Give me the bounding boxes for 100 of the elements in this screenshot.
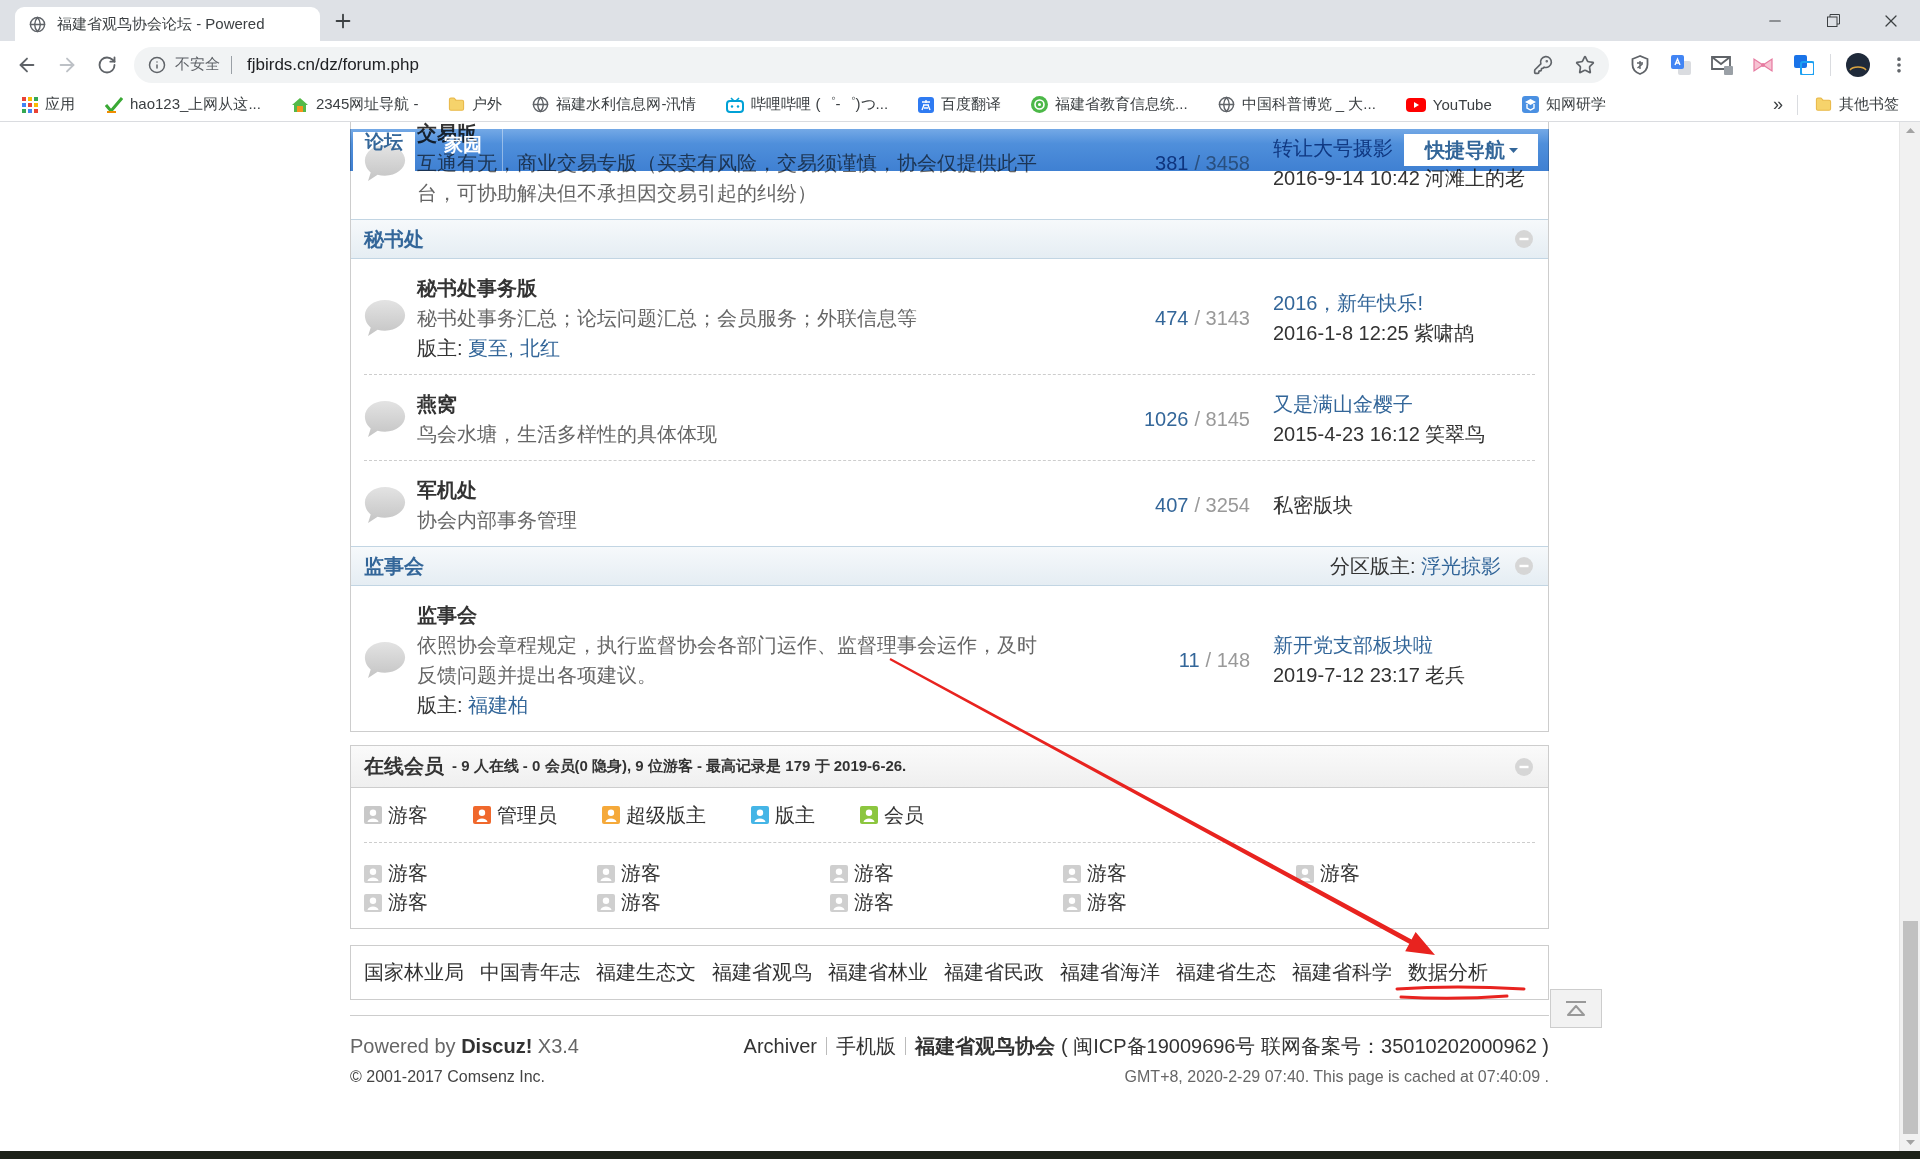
apps-icon (22, 96, 38, 113)
member-name[interactable]: 游客 (854, 888, 894, 917)
shield-icon[interactable] (1630, 54, 1649, 75)
user-icon (830, 864, 848, 883)
legend-label: 管理员 (497, 802, 557, 828)
member-name[interactable]: 游客 (854, 859, 894, 888)
moderator-link[interactable]: 夏至 (468, 337, 509, 359)
post-count: / 8145 (1194, 407, 1250, 430)
reload-icon[interactable] (97, 54, 117, 75)
forum-description: 秘书处事务汇总；论坛问题汇总；会员服务；外联信息等 (417, 306, 918, 331)
back-to-top-button[interactable] (1550, 989, 1602, 1028)
forum-icon (364, 642, 406, 678)
mail-icon[interactable] (1710, 54, 1733, 75)
more-bookmarks-button[interactable]: » (1763, 94, 1793, 115)
legend-label: 会员 (884, 802, 924, 828)
forum-title[interactable]: 燕窝 (417, 394, 457, 414)
member-name[interactable]: 游客 (621, 888, 661, 917)
post-count: / 3254 (1194, 493, 1250, 516)
bookmark-item[interactable]: 福建水利信息网-汛情 (523, 90, 706, 119)
bookmark-item[interactable]: 户外 (439, 90, 512, 119)
category-title[interactable]: 监事会 (364, 552, 424, 580)
last-post-link[interactable]: 2016，新年快乐! (1273, 292, 1424, 314)
info-icon[interactable] (148, 55, 166, 74)
last-post-link[interactable]: 又是满山金樱子 (1273, 393, 1413, 415)
bookmark-item[interactable]: 2345网址导航 - (281, 90, 428, 119)
bookmark-item[interactable]: 哔哩哔哩 (゜-゜)つ... (717, 90, 898, 119)
category-title[interactable]: 秘书处 (364, 225, 424, 253)
thread-count: 11 (1178, 648, 1200, 671)
key-icon[interactable] (1533, 54, 1553, 75)
avatar-icon[interactable] (1845, 52, 1870, 77)
address-bar[interactable]: 不安全 fjbirds.cn/dz/forum.php (134, 46, 1609, 83)
friend-link[interactable]: 中国青年志 (480, 959, 580, 986)
member-name[interactable]: 游客 (621, 859, 661, 888)
online-title: 在线会员 (364, 754, 444, 779)
forum-title[interactable]: 军机处 (417, 480, 477, 500)
friend-link[interactable]: 福建省生态 (1176, 959, 1276, 986)
category-moderators: 分区版主: 浮光掠影 (1329, 553, 1501, 579)
moderator-link[interactable]: 福建柏 (468, 694, 529, 716)
forum-description: 鸟会水塘，生活多样性的具体体现 (417, 422, 718, 447)
forum-title[interactable]: 秘书处事务版 (417, 278, 537, 298)
member-name[interactable]: 游客 (388, 859, 428, 888)
scrollbar-track[interactable] (1899, 122, 1920, 1151)
bookmark-item[interactable]: hao123_上网从这... (96, 90, 270, 119)
online-summary: - 9 人在线 - 0 会员(0 隐身), 9 位游客 - 最高记录是 179 于 2019-6-26. (452, 757, 907, 776)
bookmark-item[interactable]: YouTube (1396, 90, 1501, 119)
friend-link[interactable]: 福建省科学 (1292, 959, 1392, 986)
moderator-link[interactable]: 北红 (519, 337, 560, 359)
scrollbar-thumb[interactable] (1902, 921, 1918, 1134)
site-name-link[interactable]: 福建省观鸟协会 (914, 1032, 1055, 1060)
bookmark-item[interactable]: 应用 (13, 90, 84, 119)
forum-icon (364, 300, 406, 336)
bow-icon[interactable] (1752, 56, 1773, 73)
last-post-link[interactable]: 新开党支部板块啦 (1273, 634, 1433, 656)
friend-link[interactable]: 福建省海洋 (1060, 959, 1160, 986)
browser-tab[interactable]: 福建省观鸟协会论坛 - Powered (15, 7, 320, 41)
thread-count: 474 (1155, 306, 1189, 329)
restore-icon[interactable] (1826, 14, 1840, 27)
private-note: 私密版块 (1273, 493, 1353, 518)
footer-link[interactable]: 手机版 (835, 1032, 896, 1060)
friend-link[interactable]: 数据分析 (1408, 959, 1488, 986)
last-post-meta: 2016-9-14 10:42 河滩上的老 (1273, 166, 1526, 191)
globe-icon (29, 15, 46, 33)
moderator-link[interactable]: 浮光掠影 (1421, 554, 1501, 577)
tile-icon (918, 96, 935, 113)
footer-link[interactable]: Archiver (743, 1032, 817, 1060)
user-icon (1296, 864, 1314, 883)
translate-icon[interactable] (1670, 54, 1691, 75)
squares-icon[interactable] (1793, 54, 1814, 75)
friend-link[interactable]: 福建省观鸟 (712, 959, 812, 986)
member-name[interactable]: 游客 (388, 888, 428, 917)
friend-link[interactable]: 国家林业局 (364, 959, 464, 986)
thread-count: 1026 (1143, 407, 1189, 430)
star-icon[interactable] (1575, 54, 1595, 75)
forum-title[interactable]: 监事会 (417, 605, 477, 625)
bookmark-item[interactable]: 知网研学 (1512, 90, 1615, 119)
bookmark-item[interactable]: 福建省教育信息统... (1022, 90, 1197, 119)
legend-label: 版主 (775, 802, 815, 828)
user-icon (1063, 893, 1081, 912)
thread-count: 407 (1155, 493, 1189, 516)
quick-nav-button[interactable]: 快捷导航 (1404, 134, 1538, 166)
bookmark-item[interactable]: 其他书签 (1806, 90, 1908, 119)
thread-count: 381 (1155, 151, 1189, 174)
globe-icon (532, 96, 550, 113)
globe-icon (1217, 96, 1235, 113)
last-post-meta: 2019-7-12 23:17 老兵 (1273, 663, 1466, 688)
user-icon (597, 893, 615, 912)
friend-link[interactable]: 福建省林业 (828, 959, 928, 986)
forum-icon (364, 401, 406, 437)
user-icon (364, 864, 382, 883)
member-name[interactable]: 游客 (1087, 859, 1127, 888)
nav-tab[interactable]: 论坛 (353, 132, 415, 171)
bookmark-item[interactable]: 百度翻译 (909, 90, 1011, 119)
user-icon (364, 893, 382, 912)
bookmark-item[interactable]: 中国科普博览 _ 大... (1208, 90, 1385, 119)
member-name[interactable]: 游客 (1320, 859, 1360, 888)
friend-link[interactable]: 福建生态文 (596, 959, 696, 986)
member-name[interactable]: 游客 (1087, 888, 1127, 917)
friend-link[interactable]: 福建省民政 (944, 959, 1044, 986)
forum-description: 依照协会章程规定，执行监督协会各部门运作、监督理事会运作，及时反馈问题并提出各项建议。 (417, 633, 1038, 688)
security-label: 不安全 (175, 55, 220, 74)
